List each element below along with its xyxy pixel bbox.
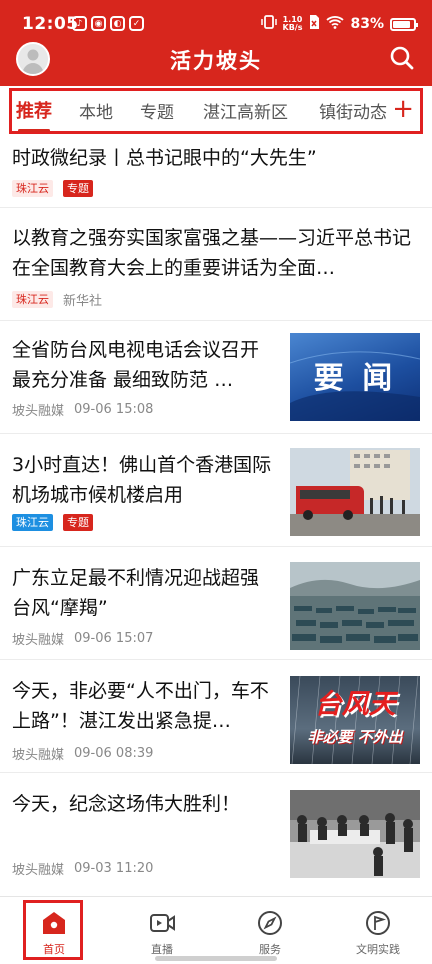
news-meta: 坡头融媒 09-06 15:07 bbox=[12, 629, 153, 648]
news-title: 3小时直达！佛山首个香港国际机场城市候机楼启用 bbox=[12, 454, 272, 506]
live-icon bbox=[150, 914, 175, 932]
news-title: 以教育之强夯实国家富强之基——习近平总书记在全国教育大会上的重要讲话为全面… bbox=[12, 227, 412, 279]
app-icon: ◉ bbox=[91, 16, 106, 31]
gesture-bar[interactable] bbox=[155, 956, 277, 961]
tag-topic: 专题 bbox=[63, 180, 93, 197]
news-title: 今天，纪念这场伟大胜利！ bbox=[12, 793, 241, 815]
flag-icon bbox=[366, 911, 390, 935]
news-source: 坡头融媒 bbox=[12, 748, 65, 763]
news-title: 时政微纪录丨总书记眼中的“大先生” bbox=[12, 147, 317, 169]
vibrate-icon bbox=[260, 14, 277, 34]
search-button[interactable] bbox=[388, 44, 416, 72]
tab-zhanjiang-hitech[interactable]: 湛江高新区 bbox=[203, 98, 288, 123]
news-title: 广东立足最不利情况迎战超强台风“摩羯” bbox=[12, 567, 260, 619]
news-meta: 珠江云 专题 bbox=[12, 514, 93, 531]
status-left-icons: ♪ ◉ ◐ ✓ bbox=[72, 16, 144, 31]
news-meta: 坡头融媒 09-06 08:39 bbox=[12, 744, 153, 763]
news-time: 09-06 15:08 bbox=[74, 402, 154, 417]
news-meta: 珠江云 专题 bbox=[12, 180, 93, 197]
nav-live-label: 直播 bbox=[151, 943, 173, 956]
battery-icon bbox=[390, 17, 418, 31]
status-bar: 12:05 ♪ ◉ ◐ ✓ 1.10 KB/s 83% bbox=[0, 0, 432, 44]
nav-services[interactable]: 服务 bbox=[216, 897, 324, 964]
news-time: 09-06 15:07 bbox=[74, 631, 154, 646]
news-item[interactable]: 全省防台风电视电话会议召开 最充分准备 最细致防范 … 坡头融媒 09-06 1… bbox=[0, 321, 432, 434]
news-source: 新华社 bbox=[63, 294, 103, 309]
sim-off-icon bbox=[308, 14, 320, 34]
data-speed-icon: 1.10 KB/s bbox=[283, 16, 303, 32]
wifi-icon bbox=[326, 15, 345, 33]
nav-services-label: 服务 bbox=[259, 943, 281, 956]
news-item[interactable]: 以教育之强夯实国家富强之基——习近平总书记在全国教育大会上的重要讲话为全面… 珠… bbox=[0, 208, 432, 321]
news-item[interactable]: 3小时直达！佛山首个香港国际机场城市候机楼启用 珠江云 专题 bbox=[0, 434, 432, 547]
tag-source: 珠江云 bbox=[12, 291, 53, 308]
tag-topic: 专题 bbox=[63, 514, 93, 531]
compass-icon bbox=[258, 911, 282, 935]
news-title: 今天，非必要“人不出门，车不上路”！湛江发出紧急提… bbox=[12, 680, 269, 732]
news-item[interactable]: 今天，纪念这场伟大胜利！ 坡头融媒 09-03 11:20 bbox=[0, 773, 432, 889]
news-item[interactable]: 时政微纪录丨总书记眼中的“大先生” 珠江云 专题 bbox=[0, 138, 432, 208]
app-title: 活力坡头 bbox=[170, 49, 262, 73]
app-header: 12:05 ♪ ◉ ◐ ✓ 1.10 KB/s 83% 活力坡头 bbox=[0, 0, 432, 86]
news-time: 09-03 11:20 bbox=[74, 861, 154, 876]
news-meta: 坡头融媒 09-03 11:20 bbox=[12, 859, 153, 878]
thumbnail-caption: 要 闻 bbox=[313, 361, 397, 396]
app-icon: ◐ bbox=[110, 16, 125, 31]
news-title: 全省防台风电视电话会议召开 最充分准备 最细致防范 … bbox=[12, 339, 260, 391]
tag-source: 珠江云 bbox=[12, 514, 53, 531]
battery-level bbox=[393, 20, 410, 28]
check-icon: ✓ bbox=[129, 16, 144, 31]
news-thumbnail bbox=[290, 562, 420, 650]
tab-local[interactable]: 本地 bbox=[79, 98, 113, 123]
nav-civic-practice-label: 文明实践 bbox=[356, 943, 400, 956]
search-icon bbox=[390, 46, 414, 70]
news-time: 09-06 08:39 bbox=[74, 746, 154, 761]
news-source: 坡头融媒 bbox=[12, 863, 65, 878]
news-meta: 珠江云 新华社 bbox=[12, 290, 102, 309]
nav-home-highlight bbox=[23, 900, 83, 960]
net-speed-unit: KB/s bbox=[282, 23, 303, 32]
news-thumbnail bbox=[290, 790, 420, 878]
add-tab-button[interactable]: + bbox=[392, 96, 414, 122]
news-thumbnail: 要 闻 bbox=[290, 333, 420, 421]
category-tabs: 推荐 本地 专题 湛江高新区 镇街动态 + bbox=[9, 88, 423, 134]
thumbnail-caption: 台风天 bbox=[314, 689, 396, 720]
news-item[interactable]: 广东立足最不利情况迎战超强台风“摩羯” 坡头融媒 09-06 15:07 bbox=[0, 547, 432, 660]
news-item[interactable]: 今天，非必要“人不出门，车不上路”！湛江发出紧急提… 坡头融媒 09-06 08… bbox=[0, 660, 432, 773]
status-time: 12:05 bbox=[22, 14, 79, 34]
tab-topics[interactable]: 专题 bbox=[140, 98, 174, 123]
battery-percent: 83% bbox=[350, 16, 384, 32]
news-source: 坡头融媒 bbox=[12, 404, 65, 419]
news-meta: 坡头融媒 09-06 15:08 bbox=[12, 400, 153, 419]
tag-source: 珠江云 bbox=[12, 180, 53, 197]
nav-live[interactable]: 直播 bbox=[108, 897, 216, 964]
news-thumbnail: 台风天 非必要 不外出 bbox=[290, 676, 420, 764]
news-thumbnail bbox=[290, 448, 420, 536]
thumbnail-subcaption: 非必要 不外出 bbox=[307, 728, 403, 746]
tiktok-icon: ♪ bbox=[72, 16, 87, 31]
news-source: 坡头融媒 bbox=[12, 633, 65, 648]
nav-civic-practice[interactable]: 文明实践 bbox=[324, 897, 432, 964]
tab-town-news[interactable]: 镇街动态 bbox=[319, 98, 387, 123]
tab-recommend[interactable]: 推荐 bbox=[16, 97, 52, 132]
status-right: 1.10 KB/s 83% bbox=[260, 14, 418, 34]
